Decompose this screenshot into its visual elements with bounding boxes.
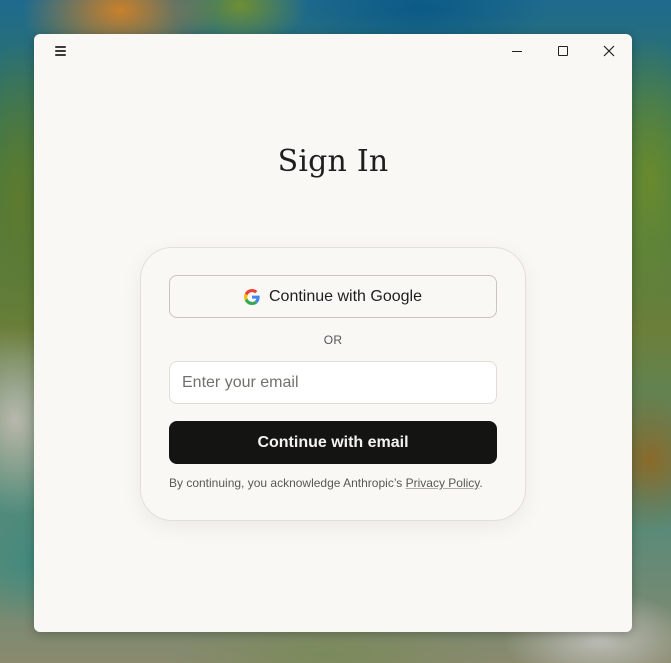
minimize-button[interactable]: [504, 39, 530, 63]
sign-in-card: Continue with Google OR Continue with em…: [140, 247, 526, 521]
google-logo-icon: [244, 288, 260, 305]
continue-with-email-button[interactable]: Continue with email: [169, 421, 497, 464]
or-divider: OR: [323, 333, 343, 347]
email-input[interactable]: [169, 361, 497, 404]
privacy-disclaimer: By continuing, you acknowledge Anthropic…: [169, 476, 505, 490]
maximize-button[interactable]: [550, 39, 576, 63]
continue-with-google-button[interactable]: Continue with Google: [169, 275, 497, 318]
app-window: Sign In Continue with Google OR Continue…: [34, 34, 632, 632]
email-button-label: Continue with email: [257, 433, 409, 451]
disclaimer-prefix: By continuing, you acknowledge Anthropic…: [169, 476, 406, 490]
google-button-label: Continue with Google: [269, 287, 422, 305]
page-title: Sign In: [277, 144, 389, 179]
close-icon: [603, 45, 615, 57]
title-bar: [34, 34, 632, 68]
hamburger-menu-icon[interactable]: [53, 44, 69, 58]
close-button[interactable]: [596, 39, 622, 63]
privacy-policy-link[interactable]: Privacy Policy: [406, 476, 480, 490]
disclaimer-suffix: .: [479, 476, 483, 490]
